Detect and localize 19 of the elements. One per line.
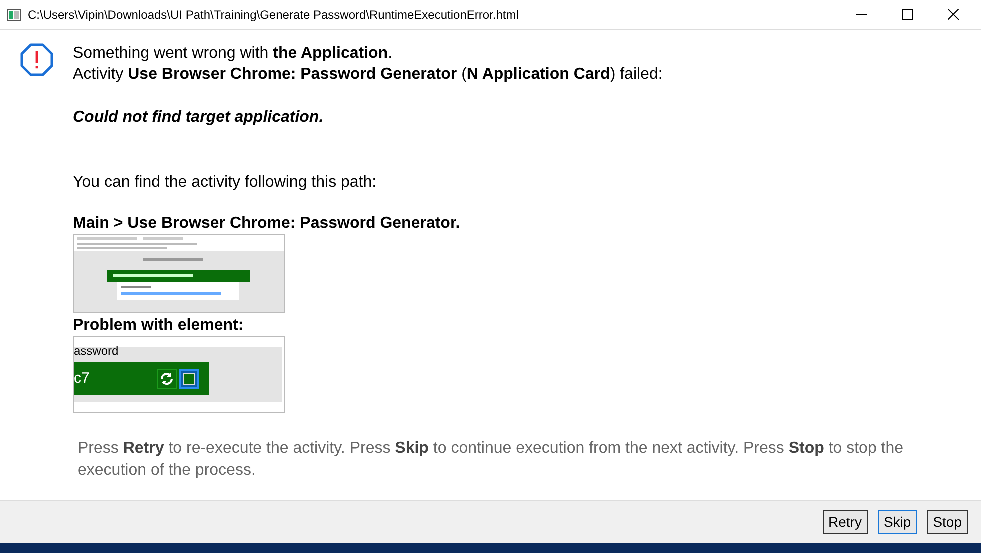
refresh-icon	[157, 368, 177, 388]
instructions-text: Press Retry to re-execute the activity. Press Skip to continue execution from the next activity. Press Stop to stop the execution of the process.	[78, 439, 905, 481]
error-summary: Something went wrong with the Application.	[73, 44, 394, 64]
dialog-button[interactable]: Skip	[878, 510, 918, 534]
window-title: C:\Users\Vipin\Downloads\UI Path\Training\Generate Password\RuntimeExecutionError.html	[28, 8, 519, 22]
problem-heading: Problem with element:	[73, 316, 245, 336]
app-icon	[7, 8, 21, 20]
maximize-icon[interactable]	[902, 9, 913, 20]
activity-path: Main > Use Browser Chrome: Password Generator.	[73, 214, 462, 234]
path-intro-text: You can find the activity following this path:	[73, 173, 378, 193]
close-icon[interactable]	[948, 9, 959, 20]
dialog-button[interactable]: Stop	[927, 510, 968, 534]
error-icon	[20, 43, 54, 77]
screenshot-label: assword	[74, 344, 119, 358]
screenshot-value: c7	[74, 370, 90, 387]
copy-icon	[179, 368, 199, 388]
error-message: Could not find target application.	[73, 108, 325, 128]
failed-activity-text: Activity Use Browser Chrome: Password Generator (N Application Card) failed:	[73, 65, 663, 85]
dialog-button[interactable]: Retry	[822, 510, 868, 534]
